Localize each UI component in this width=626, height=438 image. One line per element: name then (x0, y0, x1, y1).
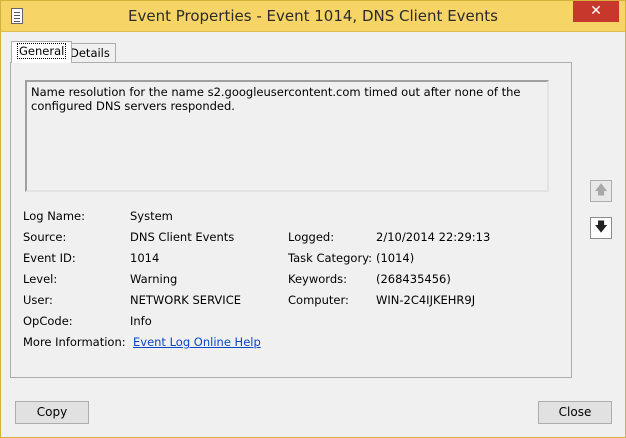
computer-value: WIN-2C4IJKEHR9J (376, 293, 476, 307)
keywords-label: Keywords: (288, 272, 347, 286)
close-button[interactable]: Close (538, 401, 612, 424)
task-category-value: (1014) (376, 251, 415, 265)
next-event-button[interactable]: 🡇 (590, 217, 612, 239)
event-description-box[interactable]: Name resolution for the name s2.googleus… (25, 80, 549, 192)
close-icon: ✕ (590, 3, 602, 19)
user-value: NETWORK SERVICE (130, 293, 241, 307)
arrow-down-icon: 🡇 (594, 220, 608, 235)
opcode-value: Info (130, 314, 152, 328)
copy-button[interactable]: Copy (15, 401, 89, 424)
previous-event-button[interactable]: 🡅 (590, 180, 612, 202)
logged-label: Logged: (288, 230, 335, 244)
source-value: DNS Client Events (130, 230, 235, 244)
source-label: Source: (23, 230, 67, 244)
event-log-online-help-link[interactable]: Event Log Online Help (133, 335, 261, 349)
log-name-value: System (130, 209, 173, 223)
opcode-label: OpCode: (23, 314, 73, 328)
window-title: Event Properties - Event 1014, DNS Clien… (128, 7, 498, 25)
task-category-label: Task Category: (288, 251, 373, 265)
tab-general-label: General (17, 43, 67, 59)
tab-general[interactable]: General (11, 41, 73, 63)
more-information-label: More Information: (23, 335, 126, 349)
event-properties-window: Event Properties - Event 1014, DNS Clien… (0, 0, 626, 438)
title-bar[interactable]: Event Properties - Event 1014, DNS Clien… (1, 1, 625, 32)
event-id-value: 1014 (130, 251, 160, 265)
user-label: User: (23, 293, 53, 307)
keywords-value: (268435456) (376, 272, 451, 286)
event-description: Name resolution for the name s2.googleus… (31, 85, 521, 113)
logged-value: 2/10/2014 22:29:13 (376, 230, 491, 244)
level-value: Warning (130, 272, 178, 286)
arrow-up-icon: 🡅 (594, 183, 608, 198)
level-label: Level: (23, 272, 58, 286)
event-id-label: Event ID: (23, 251, 76, 265)
close-window-button[interactable]: ✕ (573, 1, 619, 22)
log-name-label: Log Name: (23, 209, 85, 223)
computer-label: Computer: (288, 293, 349, 307)
tab-details-label: Details (70, 46, 110, 60)
